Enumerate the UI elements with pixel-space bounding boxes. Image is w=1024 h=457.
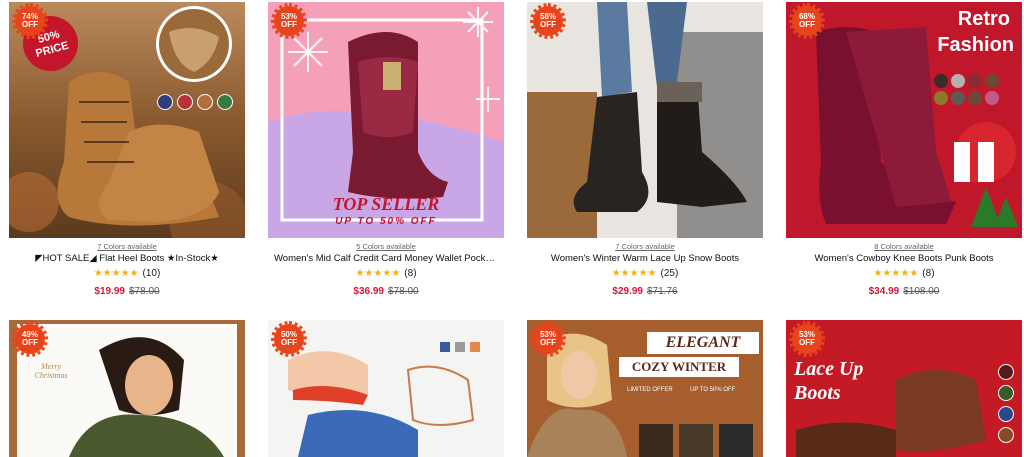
product-image[interactable]: ELEGANT COZY WINTER LIMITED OFFER UP TO … — [527, 320, 763, 457]
product-card[interactable]: 58% OFF 7 Colors available Women's Winter… — [527, 2, 763, 297]
product-grid: 50% PRICE 74% OFF 7 Colors available ◤HOT… — [0, 0, 1024, 457]
rating: ★★★★★ (25) — [527, 268, 763, 279]
price-row: $29.99 $71.76 — [527, 286, 763, 297]
price-row: $34.99 $108.00 — [786, 286, 1022, 297]
original-price: $78.00 — [388, 286, 419, 297]
discount-badge: 58% OFF — [530, 3, 566, 39]
promo-note-1: LIMITED OFFER — [627, 387, 673, 393]
product-image[interactable]: TOP SELLER UP TO 50% OFF 53% OFF — [268, 2, 504, 238]
swatch[interactable] — [934, 91, 948, 105]
discount-badge: 68% OFF — [789, 3, 825, 39]
promo-title: TOP SELLER — [332, 194, 440, 214]
promo-subtitle: UP TO 50% OFF — [335, 216, 437, 227]
star-rating-icon: ★★★★★ — [93, 268, 139, 279]
swatch[interactable] — [197, 94, 213, 110]
star-rating-icon: ★★★★★ — [611, 268, 657, 279]
product-image[interactable]: 50% PRICE 74% OFF — [9, 2, 245, 238]
product-title[interactable]: ◤HOT SALE◢ Flat Heel Boots ★In-Stock★ — [9, 253, 245, 264]
swatch[interactable] — [951, 91, 965, 105]
sale-price: $34.99 — [868, 286, 900, 297]
swatch[interactable] — [968, 91, 982, 105]
product-title[interactable]: Women's Mid Calf Credit Card Money Walle… — [268, 253, 504, 264]
price-row: $36.99 $78.00 — [268, 286, 504, 297]
discount-badge: 53% OFF — [530, 321, 566, 357]
discount-badge: 53% OFF — [789, 321, 825, 357]
promo-subtitle: COZY WINTER — [619, 357, 739, 377]
product-image[interactable]: Retro Fashion 68% OFF — [786, 2, 1022, 238]
swatch[interactable] — [177, 94, 193, 110]
product-image[interactable]: Merry Christmas 49% OFF — [9, 320, 245, 457]
color-swatches — [934, 74, 1014, 105]
sale-price: $36.99 — [353, 286, 384, 297]
promo-title-2: Boots — [794, 382, 841, 404]
rating: ★★★★★ (8) — [786, 268, 1022, 279]
swatch[interactable] — [998, 406, 1014, 422]
product-title[interactable]: Women's Winter Warm Lace Up Snow Boots — [527, 253, 763, 264]
promo-title: ELEGANT — [647, 332, 759, 354]
color-swatches — [440, 342, 480, 352]
swatch[interactable] — [985, 91, 999, 105]
original-price: $108.00 — [903, 286, 940, 297]
review-count: (8) — [404, 268, 417, 279]
price-row: $19.99 $78.00 — [9, 286, 245, 297]
promo-title-1: Lace Up — [794, 358, 864, 380]
product-image[interactable]: 50% OFF — [268, 320, 504, 457]
star-rating-icon: ★★★★★ — [355, 268, 401, 279]
product-card[interactable]: TOP SELLER UP TO 50% OFF 53% OFF 5 Colors… — [268, 2, 504, 297]
sale-price: $29.99 — [612, 286, 643, 297]
colors-available[interactable]: 5 Colors available — [268, 242, 504, 251]
star-rating-icon: ★★★★★ — [873, 268, 919, 279]
swatch[interactable] — [440, 342, 450, 352]
promo-text: Merry Christmas — [34, 362, 68, 380]
swatch[interactable] — [455, 342, 465, 352]
swatch[interactable] — [968, 74, 982, 88]
discount-badge: 49% OFF — [12, 321, 48, 357]
product-image[interactable]: Lace Up Boots 53% OFF — [786, 320, 1022, 457]
product-card[interactable]: Merry Christmas 49% OFF — [9, 320, 245, 457]
review-count: (8) — [922, 268, 935, 279]
product-card[interactable]: ELEGANT COZY WINTER LIMITED OFFER UP TO … — [527, 320, 763, 457]
promo-title-2: Fashion — [937, 34, 1014, 56]
product-card[interactable]: Retro Fashion 68% OFF 8 Colors available … — [786, 2, 1022, 297]
discount-badge: 53% OFF — [271, 3, 307, 39]
swatch[interactable] — [934, 74, 948, 88]
discount-badge: 50% OFF — [271, 321, 307, 357]
swatch[interactable] — [998, 364, 1014, 380]
rating: ★★★★★ (10) — [9, 268, 245, 279]
product-card[interactable]: Lace Up Boots 53% OFF — [786, 320, 1022, 457]
swatch[interactable] — [157, 94, 173, 110]
product-title[interactable]: Women's Cowboy Knee Boots Punk Boots — [786, 253, 1022, 264]
original-price: $78.00 — [129, 286, 160, 297]
review-count: (10) — [142, 268, 161, 279]
swatch[interactable] — [985, 74, 999, 88]
promo-note-2: UP TO 50% OFF — [690, 387, 736, 393]
product-card[interactable]: 50% OFF — [268, 320, 504, 457]
product-image[interactable]: 58% OFF — [527, 2, 763, 238]
discount-badge: 74% OFF — [12, 3, 48, 39]
color-swatches — [157, 94, 233, 110]
swatch[interactable] — [470, 342, 480, 352]
swatch[interactable] — [998, 385, 1014, 401]
color-swatches — [998, 364, 1014, 443]
swatch[interactable] — [998, 427, 1014, 443]
colors-available[interactable]: 7 Colors available — [9, 242, 245, 251]
sale-price: $19.99 — [94, 286, 125, 297]
rating: ★★★★★ (8) — [268, 268, 504, 279]
promo-title-1: Retro — [957, 8, 1010, 30]
original-price: $71.76 — [647, 286, 678, 297]
swatch[interactable] — [951, 74, 965, 88]
colors-available[interactable]: 8 Colors available — [786, 242, 1022, 251]
product-card[interactable]: 50% PRICE 74% OFF 7 Colors available ◤HOT… — [9, 2, 245, 297]
colors-available[interactable]: 7 Colors available — [527, 242, 763, 251]
swatch[interactable] — [217, 94, 233, 110]
review-count: (25) — [660, 268, 679, 279]
